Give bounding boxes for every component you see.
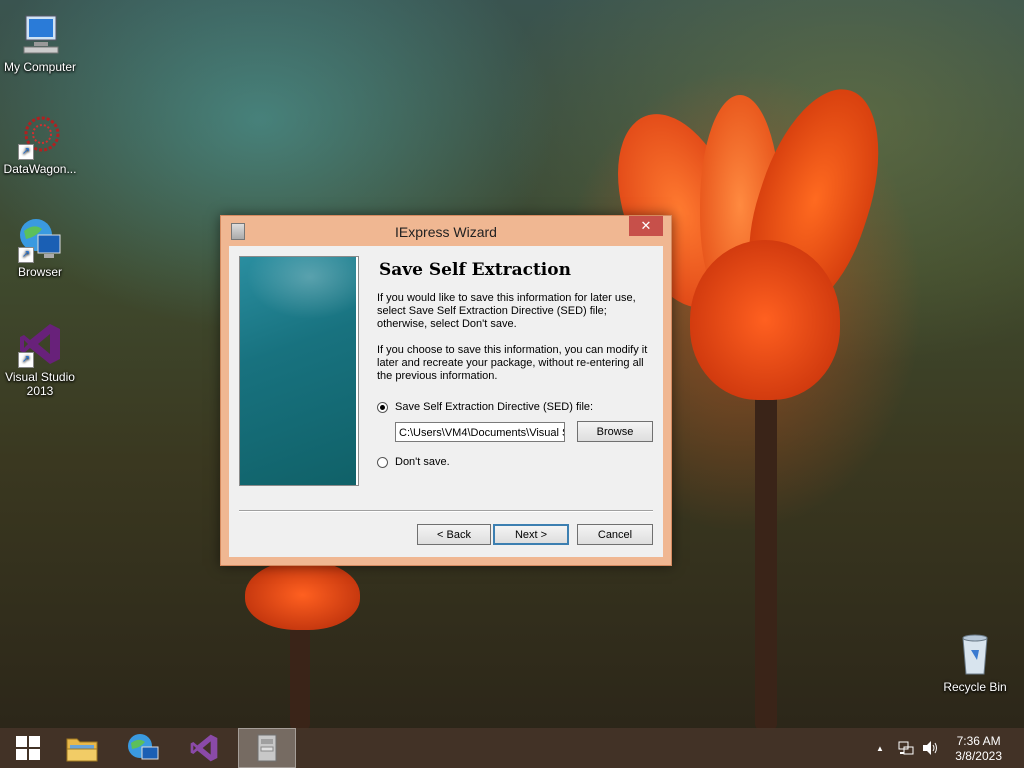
- clock-time: 7:36 AM: [956, 734, 1001, 748]
- browser-icon: [128, 734, 159, 760]
- windows-start-icon: [16, 736, 40, 760]
- radio-save-sed[interactable]: Save Self Extraction Directive (SED) fil…: [377, 401, 593, 413]
- desktop-icon-my-computer[interactable]: My Computer: [0, 10, 80, 74]
- taskbar-file-explorer[interactable]: [54, 728, 110, 768]
- instructions-paragraph-1: If you would like to save this informati…: [377, 292, 636, 330]
- radio-button-selected[interactable]: [377, 401, 388, 413]
- iexpress-icon: [257, 734, 277, 762]
- system-clock[interactable]: 7:36 AM 3/8/2023: [955, 734, 1002, 764]
- clock-date: 3/8/2023: [955, 749, 1002, 763]
- desktop-icon-label: DataWagon...: [3, 162, 77, 176]
- file-explorer-icon: [66, 738, 98, 762]
- tray-show-hidden-icons[interactable]: ▲: [876, 728, 884, 768]
- datawagon-icon: ↗: [16, 112, 64, 160]
- sed-path-input[interactable]: C:\Users\VM4\Documents\Visual S: [395, 422, 565, 442]
- separator-line: [239, 510, 653, 512]
- browse-button[interactable]: Browse: [577, 421, 653, 442]
- instructions-paragraph-2: If you choose to save this information, …: [377, 344, 648, 382]
- iexpress-wizard-dialog: IExpress Wizard ✕ Save Self Extraction D…: [220, 215, 672, 566]
- speaker-icon[interactable]: [921, 728, 939, 768]
- cancel-button[interactable]: Cancel: [577, 524, 653, 545]
- radio-dont-save[interactable]: Don't save.: [377, 456, 450, 468]
- visual-studio-icon: [190, 734, 218, 762]
- computer-icon: [16, 10, 64, 58]
- chevron-up-icon[interactable]: ▲: [876, 744, 884, 753]
- window-title: IExpress Wizard: [395, 224, 497, 240]
- desktop-icon-browser[interactable]: ↗ Browser: [0, 215, 80, 279]
- taskbar-visual-studio[interactable]: [176, 728, 232, 768]
- taskbar-iexpress[interactable]: [238, 728, 296, 768]
- dialog-client-area: Save Self Extraction Directive If you wo…: [229, 246, 663, 557]
- shortcut-arrow-icon: ↗: [18, 352, 34, 368]
- page-heading: Save Self Extraction Directive: [379, 260, 571, 280]
- back-button[interactable]: < Back: [417, 524, 491, 545]
- desktop-icon-label: My Computer: [3, 60, 77, 74]
- desktop-icon-datawagon[interactable]: ↗ DataWagon...: [0, 112, 80, 176]
- desktop-icon-label: Recycle Bin: [943, 680, 1007, 694]
- taskbar: ▲ 7:36 AM 3/8/2023: [0, 728, 1024, 768]
- desktop-icon-label: Visual Studio 2013: [5, 370, 75, 398]
- recycle-bin-icon: [951, 630, 999, 678]
- start-button[interactable]: [0, 728, 56, 768]
- network-icon[interactable]: [898, 728, 914, 768]
- radio-dont-save-label: Don't save.: [395, 456, 450, 468]
- shortcut-arrow-icon: ↗: [18, 247, 34, 263]
- shortcut-arrow-icon: ↗: [18, 144, 34, 160]
- next-button[interactable]: Next >: [493, 524, 569, 545]
- globe-icon: ↗: [16, 215, 64, 263]
- taskbar-browser[interactable]: [115, 728, 171, 768]
- radio-save-sed-label: Save Self Extraction Directive (SED) fil…: [395, 401, 594, 413]
- close-button[interactable]: ✕: [629, 216, 663, 236]
- desktop-icon-visual-studio[interactable]: ↗ Visual Studio 2013: [0, 320, 80, 398]
- desktop-icon-recycle-bin[interactable]: Recycle Bin: [935, 630, 1015, 694]
- desktop-icon-label: Browser: [17, 265, 62, 279]
- wizard-side-image: [239, 256, 359, 486]
- visual-studio-icon: ↗: [16, 320, 64, 368]
- radio-button-unselected[interactable]: [377, 456, 388, 468]
- title-bar[interactable]: IExpress Wizard ✕: [221, 216, 671, 246]
